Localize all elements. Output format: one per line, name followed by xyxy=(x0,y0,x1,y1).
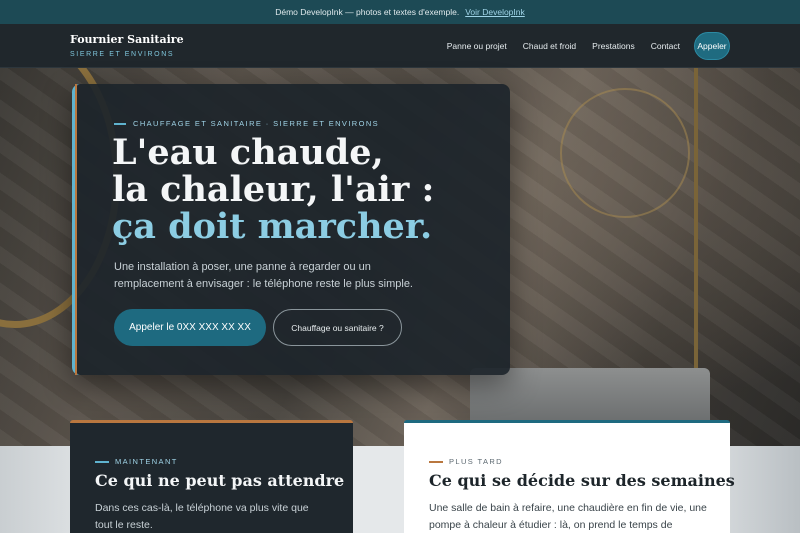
card-text: Dans ces cas-là, le téléphone va plus vi… xyxy=(95,502,309,531)
nav-item-panne-projet[interactable]: Panne ou projet xyxy=(447,41,507,51)
hero-eyebrow-text: CHAUFFAGE ET SANITAIRE · SIERRE ET ENVIR… xyxy=(133,119,380,128)
nav-item-contact[interactable]: Contact xyxy=(651,41,680,51)
brand-logo[interactable]: Fournier Sanitaire SIERRE ET ENVIRONS xyxy=(70,33,184,58)
eyebrow-line xyxy=(429,460,443,463)
nav-item-prestations[interactable]: Prestations xyxy=(592,41,635,51)
eyebrow-line xyxy=(114,122,126,125)
hero-lead: Une installation à poser, une panne à re… xyxy=(114,261,413,290)
hero-card: CHAUFFAGE ET SANITAIRE · SIERRE ET ENVIR… xyxy=(72,84,510,375)
card-eyebrow: PLUS TARD xyxy=(429,457,503,466)
card-title: Ce qui se décide sur des semaines xyxy=(429,471,735,490)
card-text: Une salle de bain à refaire, une chaudiè… xyxy=(429,502,707,531)
shower-decoration xyxy=(560,88,690,218)
hero-eyebrow: CHAUFFAGE ET SANITAIRE · SIERRE ET ENVIR… xyxy=(114,119,379,128)
nav-item-chaud-froid[interactable]: Chaud et froid xyxy=(523,41,576,51)
hero-title-line-2: la chaleur, l'air : xyxy=(112,169,435,210)
card-eyebrow-text: PLUS TARD xyxy=(449,457,504,466)
demo-banner-link[interactable]: Voir DevelopInk xyxy=(465,7,525,17)
site-header: Fournier Sanitaire SIERRE ET ENVIRONS Pa… xyxy=(0,24,800,68)
card-eyebrow: MAINTENANT xyxy=(95,457,178,466)
brand-tagline: SIERRE ET ENVIRONS xyxy=(70,51,175,58)
hero-title-accent: ça doit marcher. xyxy=(112,206,433,247)
hero-title-line-1: L'eau chaude, xyxy=(112,132,384,173)
main-nav: Panne ou projet Chaud et froid Prestatio… xyxy=(447,24,730,68)
card-urgent: MAINTENANT Ce qui ne peut pas attendre D… xyxy=(70,420,353,533)
card-eyebrow-text: MAINTENANT xyxy=(115,457,178,466)
card-title: Ce qui ne peut pas attendre xyxy=(95,471,345,490)
demo-banner: Démo DevelopInk — photos et textes d'exe… xyxy=(0,0,800,24)
call-button[interactable]: Appeler xyxy=(694,32,730,60)
card-planned: PLUS TARD Ce qui se décide sur des semai… xyxy=(404,420,735,533)
demo-banner-text: Démo DevelopInk — photos et textes d'exe… xyxy=(275,7,460,17)
brand-name: Fournier Sanitaire xyxy=(70,33,184,46)
eyebrow-line xyxy=(95,460,109,463)
hero-title: L'eau chaude, la chaleur, l'air : ça doi… xyxy=(112,134,492,245)
heating-or-plumbing-button[interactable]: Chauffage ou sanitaire ? xyxy=(273,309,402,346)
call-phone-button[interactable]: Appeler le 0XX XXX XX XX xyxy=(114,309,266,346)
